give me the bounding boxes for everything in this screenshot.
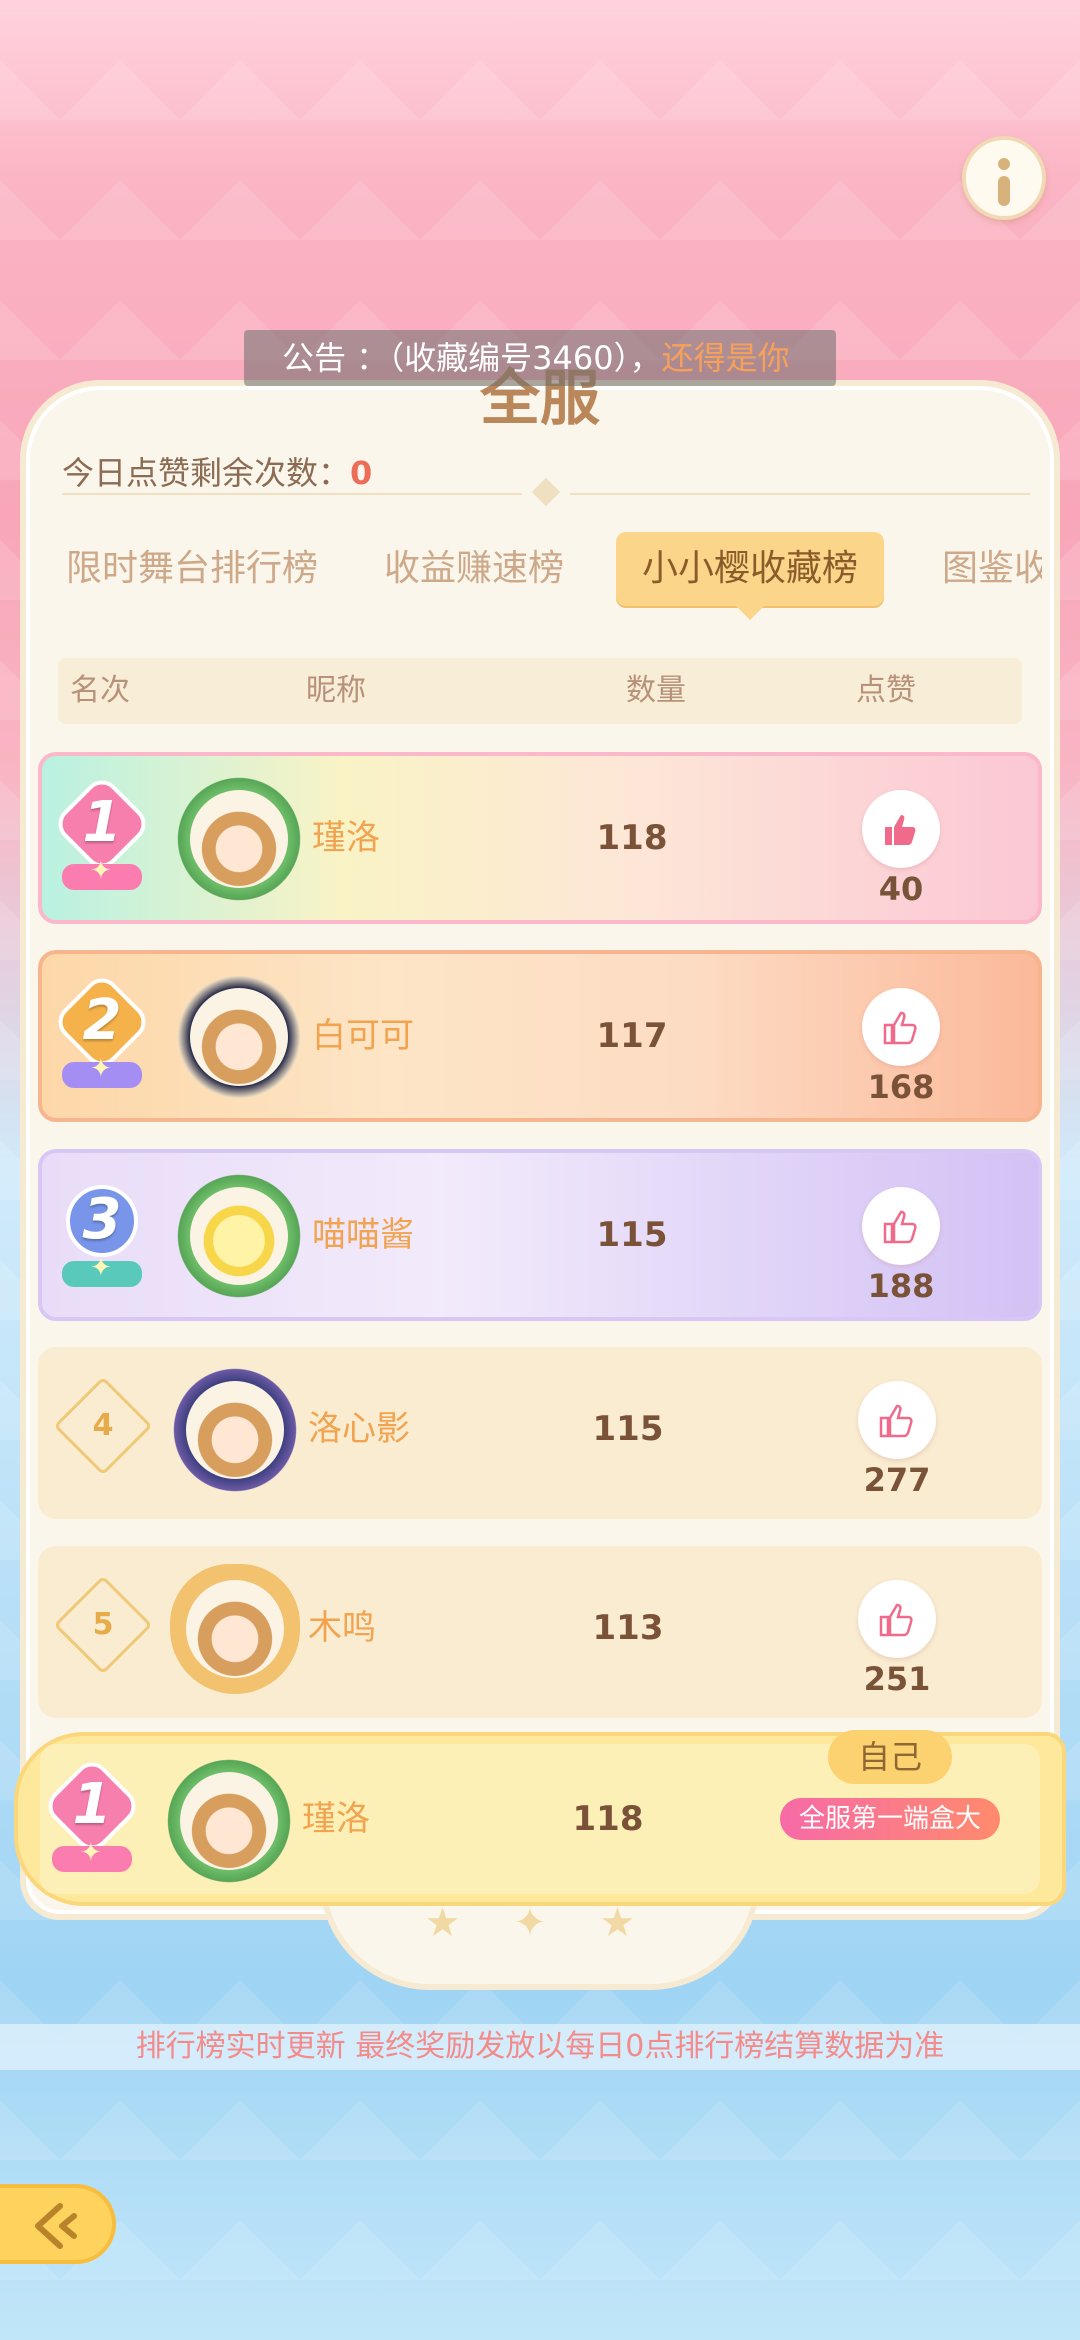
avatar[interactable] [164, 1756, 294, 1886]
tab-earnings-speed[interactable]: 收益赚速榜 [384, 532, 564, 606]
avatar[interactable] [174, 774, 304, 904]
collection-count: 115 [596, 1215, 668, 1255]
thumbs-up-icon [885, 815, 916, 845]
like-count: 188 [867, 1267, 935, 1305]
back-arrow-icon [35, 2203, 77, 2249]
announcement-text: 公告 ：（收藏编号3460）， [282, 339, 662, 377]
rank-badge-gold: ✦ 1 [51, 773, 153, 890]
nickname: 瑾洛 [302, 1799, 370, 1839]
header-rank: 名次 [70, 673, 130, 708]
title-badge: 全服第一端盒大 [780, 1798, 1000, 1840]
nickname: 喵喵酱 [312, 1215, 414, 1255]
nickname: 白可可 [312, 1016, 414, 1056]
tab-illustration[interactable]: 图鉴收 [942, 532, 1042, 606]
like-count: 168 [867, 1068, 935, 1106]
info-button[interactable] [962, 136, 1046, 220]
like-button[interactable] [862, 790, 940, 868]
info-icon [998, 158, 1010, 170]
nickname: 瑾洛 [312, 818, 380, 858]
table-row: 4 洛心影 115 277 [38, 1347, 1042, 1519]
rank-number: 4 [92, 1408, 114, 1443]
collection-count: 117 [596, 1016, 668, 1056]
collection-count: 115 [592, 1409, 664, 1449]
back-button[interactable] [0, 2184, 116, 2264]
divider [62, 477, 1030, 507]
like-count: 40 [878, 870, 924, 908]
header-nickname: 昵称 [306, 673, 366, 708]
tab-stage-ranking[interactable]: 限时舞台排行榜 [66, 532, 318, 606]
collection-count: 113 [592, 1608, 664, 1648]
nickname: 木鸣 [308, 1608, 376, 1648]
tab-bar: 限时舞台排行榜 收益赚速榜 小小樱收藏榜 图鉴收 [0, 532, 1080, 622]
avatar[interactable] [170, 1365, 300, 1495]
announcement-highlight: 还得是你 [661, 339, 790, 377]
like-button[interactable] [862, 988, 940, 1066]
likes-remaining-value: 0 [350, 454, 373, 492]
rank-badge-gold: ✦ 1 [41, 1755, 143, 1872]
avatar[interactable] [174, 972, 304, 1102]
thumbs-up-icon [879, 1404, 913, 1438]
nickname: 洛心影 [308, 1409, 410, 1449]
like-count: 277 [863, 1461, 931, 1499]
table-row: ✦ 3 喵喵酱 115 188 [38, 1149, 1042, 1321]
rank-number: 5 [92, 1607, 114, 1642]
table-header: 名次 昵称 数量 点赞 [58, 658, 1022, 724]
rank-badge-silver: ✦ 2 [51, 971, 153, 1088]
collection-count: 118 [572, 1799, 644, 1839]
header-likes: 点赞 [856, 673, 916, 708]
like-button[interactable] [858, 1381, 936, 1459]
like-count: 251 [863, 1660, 931, 1698]
collection-count: 118 [596, 818, 668, 858]
like-button[interactable] [858, 1580, 936, 1658]
header-count: 数量 [626, 673, 686, 708]
avatar[interactable] [170, 1564, 300, 1694]
likes-remaining: 今日点赞剩余次数：0 [62, 448, 372, 494]
tab-sakura-collection[interactable]: 小小樱收藏榜 [616, 532, 885, 620]
table-row: 5 木鸣 113 251 [38, 1546, 1042, 1718]
thumbs-up-icon [879, 1603, 913, 1637]
announcement-banner: 公告 ：（收藏编号3460），还得是你 [244, 330, 836, 386]
star-decoration: ★ ✦ ★ [424, 1900, 656, 1946]
avatar[interactable] [174, 1171, 304, 1301]
footer-note: 排行榜实时更新 最终奖励发放以每日0点排行榜结算数据为准 [0, 2024, 1080, 2070]
self-tag: 自己 [828, 1730, 952, 1784]
thumbs-up-icon [883, 1011, 917, 1045]
table-row: ✦ 1 瑾洛 118 40 [38, 752, 1042, 924]
table-row: ✦ 2 白可可 117 168 [38, 950, 1042, 1122]
like-button[interactable] [862, 1187, 940, 1265]
likes-remaining-label: 今日点赞剩余次数： [62, 454, 351, 492]
rank-badge-bronze: ✦ 3 [56, 1179, 148, 1287]
thumbs-up-icon [883, 1210, 917, 1244]
